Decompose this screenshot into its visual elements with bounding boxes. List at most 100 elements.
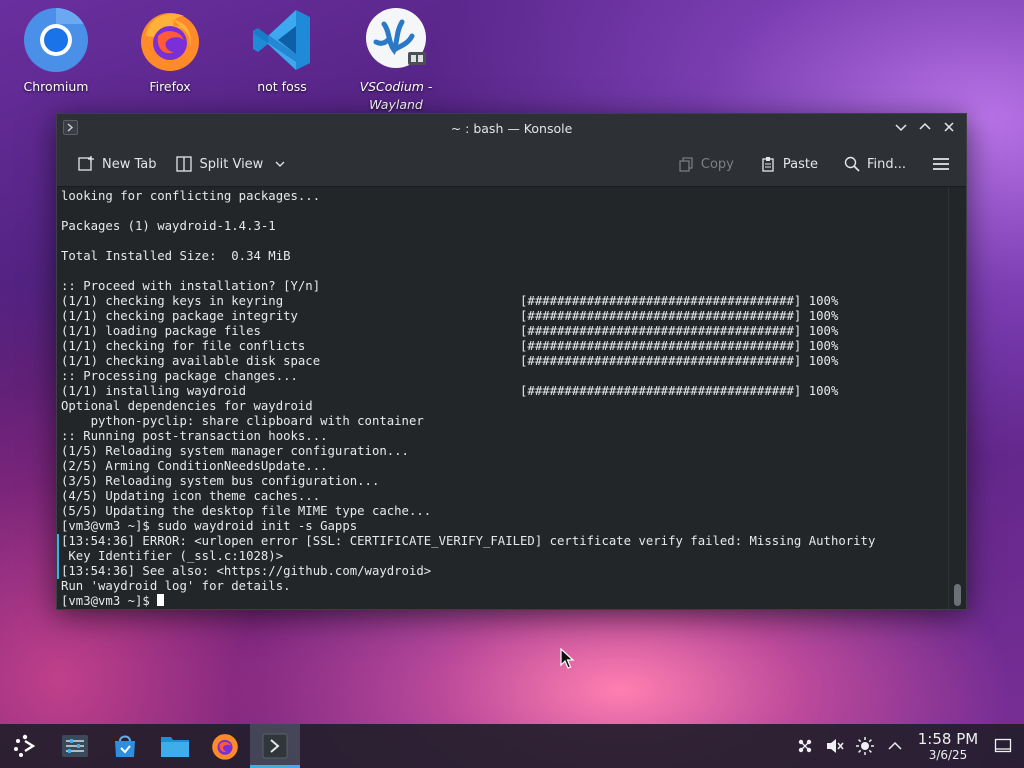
digital-clock[interactable]: 1:58 PM 3/6/25 bbox=[916, 729, 980, 762]
window-title: ~ : bash — Konsole bbox=[450, 120, 573, 136]
terminal-line: (3/5) Reloading system bus configuration… bbox=[61, 474, 380, 488]
close-icon bbox=[944, 122, 954, 132]
terminal-line: Key Identifier (_ssl.c:1028)> bbox=[57, 549, 948, 564]
desktop-icon-firefox[interactable]: Firefox bbox=[122, 6, 218, 96]
terminal-line: python-pyclip: share clipboard with cont… bbox=[61, 414, 424, 428]
terminal-line: :: Processing package changes... bbox=[61, 369, 298, 383]
terminal-line: [13:54:36] See also: <https://github.com… bbox=[57, 564, 948, 579]
taskbar-discover[interactable] bbox=[100, 724, 150, 768]
terminal-line: [13:54:36] ERROR: <urlopen error [SSL: C… bbox=[57, 534, 948, 549]
terminal-line: Packages (1) waydroid-1.4.3-1 bbox=[61, 219, 276, 233]
clock-date: 3/6/25 bbox=[928, 747, 968, 762]
terminal-line: :: Proceed with installation? [Y/n] bbox=[61, 279, 321, 293]
split-view-label: Split View bbox=[199, 156, 264, 172]
terminal-line: (5/5) Updating the desktop file MIME typ… bbox=[61, 504, 432, 518]
app-launcher-button[interactable] bbox=[0, 724, 50, 768]
show-desktop-icon bbox=[994, 738, 1012, 753]
desktop-icon-vscodium[interactable]: VSCodium - Wayland bbox=[348, 6, 444, 114]
firefox-icon bbox=[212, 734, 238, 760]
paste-button[interactable]: Paste bbox=[754, 149, 824, 179]
split-view-icon bbox=[175, 156, 192, 172]
new-tab-button[interactable]: New Tab bbox=[71, 149, 163, 179]
taskbar-file-manager[interactable] bbox=[150, 724, 200, 768]
konsole-icon bbox=[262, 733, 288, 759]
find-button[interactable]: Find... bbox=[838, 149, 912, 179]
desktop-icon-label: not foss bbox=[257, 79, 307, 94]
search-icon bbox=[844, 156, 860, 172]
folder-icon bbox=[161, 737, 189, 757]
minimize-button[interactable] bbox=[892, 118, 910, 136]
terminal-prompt: [vm3@vm3 ~]$ bbox=[61, 594, 158, 608]
desktop-icon-label: Firefox bbox=[149, 79, 191, 94]
terminal-line: (1/1) checking keys in keyring [########… bbox=[61, 294, 839, 308]
show-desktop-button[interactable] bbox=[988, 724, 1018, 768]
terminal-cursor bbox=[157, 594, 165, 606]
terminal-output[interactable]: looking for conflicting packages... Packa… bbox=[57, 187, 948, 609]
terminal-line: (1/1) installing waydroid [#############… bbox=[61, 384, 839, 398]
tray-volume[interactable] bbox=[820, 724, 850, 768]
copy-label: Copy bbox=[700, 156, 734, 172]
hamburger-menu-button[interactable] bbox=[926, 149, 956, 179]
firefox-icon bbox=[141, 13, 199, 71]
terminal-line: Run 'waydroid log' for details. bbox=[61, 579, 291, 593]
konsole-toolbar: New Tab Split View Copy Paste Find... bbox=[57, 142, 966, 187]
discover-store-icon bbox=[115, 735, 135, 757]
taskbar-system-settings[interactable] bbox=[50, 724, 100, 768]
vscode-icon bbox=[253, 10, 310, 70]
terminal-line: (4/5) Updating icon theme caches... bbox=[61, 489, 321, 503]
copy-button[interactable]: Copy bbox=[672, 149, 740, 179]
terminal-scrollbar[interactable] bbox=[948, 187, 966, 609]
terminal-line: [vm3@vm3 ~]$ sudo waydroid init -s Gapps bbox=[61, 519, 358, 533]
terminal-line: (2/5) Arming ConditionNeedsUpdate... bbox=[61, 459, 328, 473]
hamburger-menu-icon bbox=[933, 158, 949, 170]
window-titlebar[interactable]: ~ : bash — Konsole bbox=[57, 114, 966, 142]
taskbar-firefox[interactable] bbox=[200, 724, 250, 768]
chevron-down-icon bbox=[895, 124, 907, 132]
terminal-line: Total Installed Size: 0.34 MiB bbox=[61, 249, 291, 263]
terminal-line: :: Running post-transaction hooks... bbox=[61, 429, 328, 443]
desktop-icon-label: VSCodium - Wayland bbox=[359, 79, 433, 112]
konsole-window[interactable]: ~ : bash — Konsole New Tab Split View Co… bbox=[56, 113, 967, 610]
taskbar: 1:58 PM 3/6/25 bbox=[0, 724, 1024, 768]
terminal-prompt-line[interactable]: [vm3@vm3 ~]$ bbox=[61, 594, 948, 609]
desktop-icon-label: Chromium bbox=[23, 79, 89, 94]
maximize-button[interactable] bbox=[916, 118, 934, 136]
konsole-app-icon[interactable] bbox=[63, 120, 78, 135]
network-icon bbox=[798, 739, 812, 753]
chevron-down-icon bbox=[275, 161, 285, 167]
terminal-line: looking for conflicting packages... bbox=[61, 189, 321, 203]
settings-sliders-icon bbox=[62, 735, 88, 757]
close-button[interactable] bbox=[940, 118, 958, 136]
brightness-icon bbox=[856, 737, 874, 755]
paste-label: Paste bbox=[782, 156, 818, 172]
chevron-up-icon bbox=[919, 122, 931, 130]
split-view-button[interactable]: Split View bbox=[169, 149, 293, 179]
terminal-line: (1/1) checking package integrity [######… bbox=[61, 309, 839, 323]
chevron-up-icon bbox=[888, 741, 902, 750]
vscodium-icon bbox=[366, 8, 426, 68]
new-tab-icon bbox=[78, 156, 94, 171]
tray-network[interactable] bbox=[790, 724, 820, 768]
terminal-line: Optional dependencies for waydroid bbox=[61, 399, 313, 413]
desktop-icon-chromium[interactable]: Chromium bbox=[8, 6, 104, 96]
terminal-line: (1/5) Reloading system manager configura… bbox=[61, 444, 409, 458]
chromium-icon bbox=[24, 8, 88, 72]
clock-time: 1:58 PM bbox=[917, 729, 979, 748]
terminal-line: (1/1) loading package files [###########… bbox=[61, 324, 839, 338]
tray-expander[interactable] bbox=[880, 724, 910, 768]
new-tab-label: New Tab bbox=[102, 156, 157, 172]
kde-launcher-icon bbox=[14, 734, 36, 757]
system-tray: 1:58 PM 3/6/25 bbox=[790, 724, 1024, 768]
desktop-icon-not-foss[interactable]: not foss bbox=[234, 6, 330, 96]
taskbar-konsole[interactable] bbox=[250, 724, 300, 768]
copy-icon bbox=[679, 157, 693, 172]
scrollbar-thumb[interactable] bbox=[954, 584, 961, 606]
mouse-pointer-icon bbox=[560, 648, 574, 669]
terminal-line: (1/1) checking available disk space [###… bbox=[61, 354, 839, 368]
tray-brightness[interactable] bbox=[850, 724, 880, 768]
volume-muted-icon bbox=[827, 739, 844, 753]
terminal-line: (1/1) checking for file conflicts [#####… bbox=[61, 339, 839, 353]
